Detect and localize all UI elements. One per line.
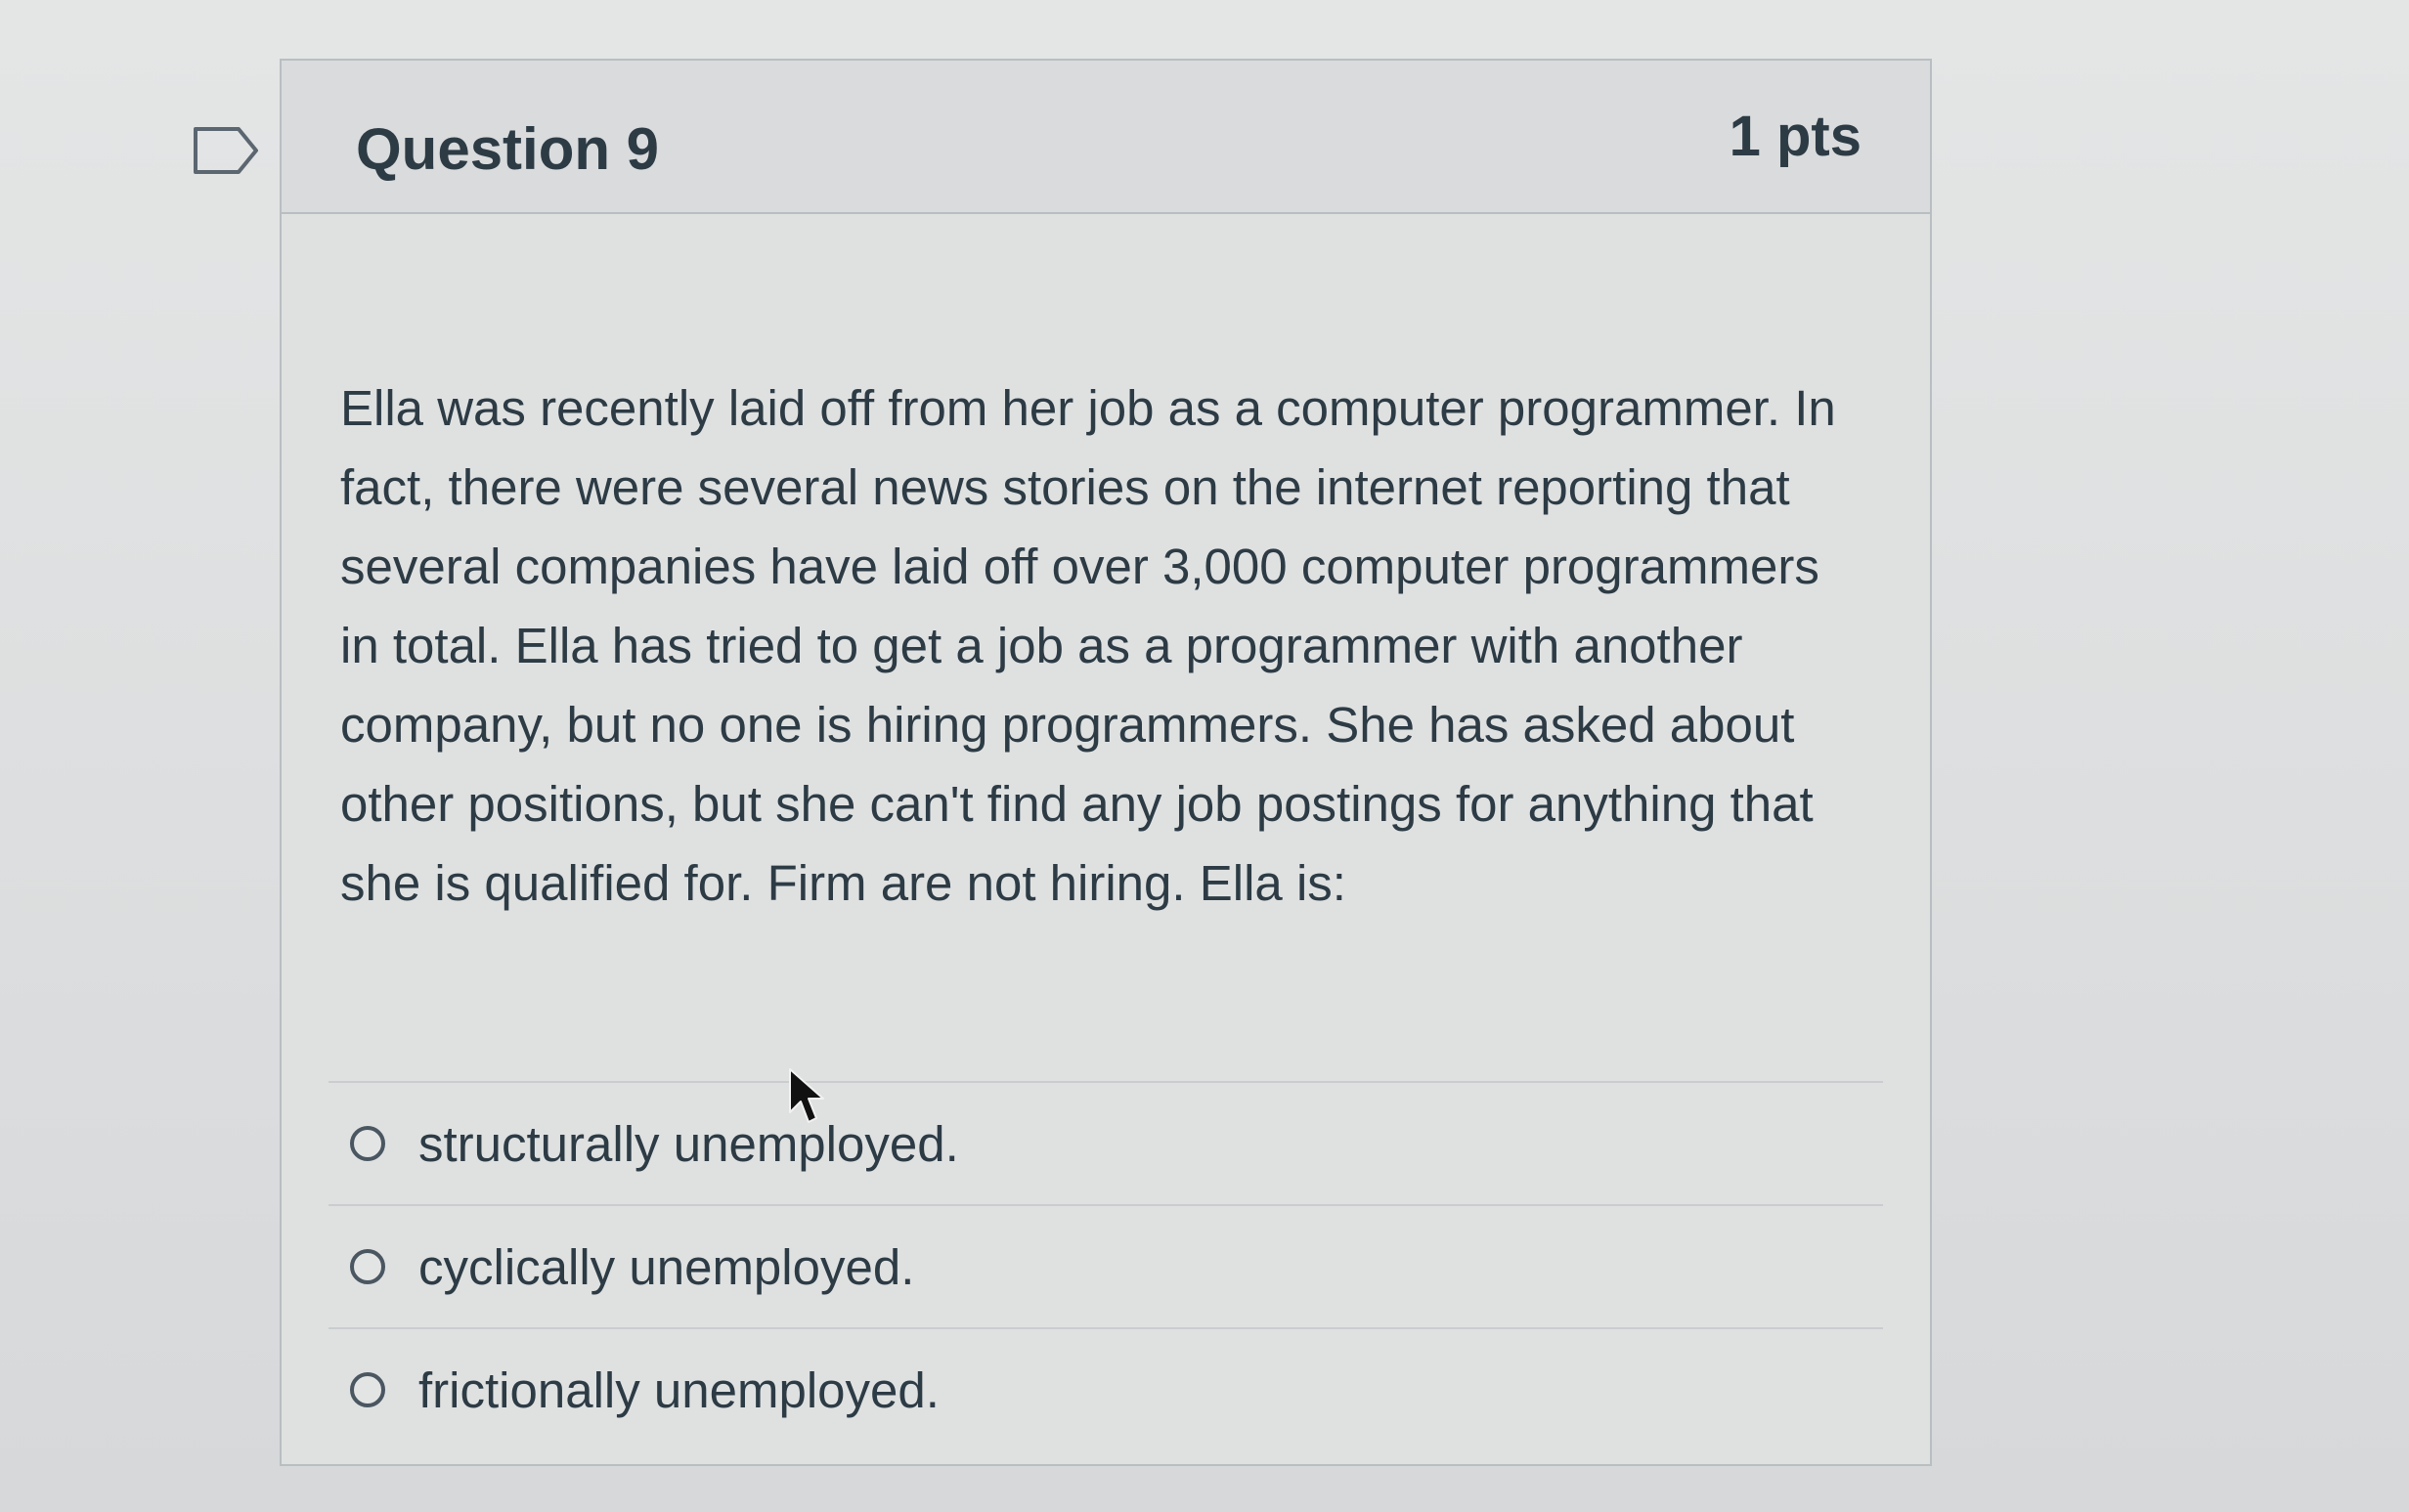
answer-label[interactable]: cyclically unemployed. [418,1238,914,1296]
answer-label[interactable]: frictionally unemployed. [418,1361,940,1419]
question-points: 1 pts [1729,105,1862,168]
radio-button-icon[interactable] [350,1126,385,1161]
question-card: Question 9 1 pts Ella was recently laid … [280,59,1932,1466]
radio-button-icon[interactable] [350,1249,385,1284]
radio-button-icon[interactable] [350,1372,385,1407]
mouse-pointer-icon [789,1068,824,1123]
answer-list: structurally unemployed. cyclically unem… [328,1081,1883,1450]
flag-question-icon[interactable] [192,125,260,176]
answer-option-cyclically[interactable]: cyclically unemployed. [328,1206,1883,1329]
question-text: Ella was recently laid off from her job … [340,380,1836,911]
answer-option-structurally[interactable]: structurally unemployed. [328,1083,1883,1206]
question-header: Question 9 1 pts [282,61,1930,214]
answer-label[interactable]: structurally unemployed. [418,1115,959,1173]
answer-option-frictionally[interactable]: frictionally unemployed. [328,1329,1883,1450]
question-title: Question 9 [356,116,660,182]
